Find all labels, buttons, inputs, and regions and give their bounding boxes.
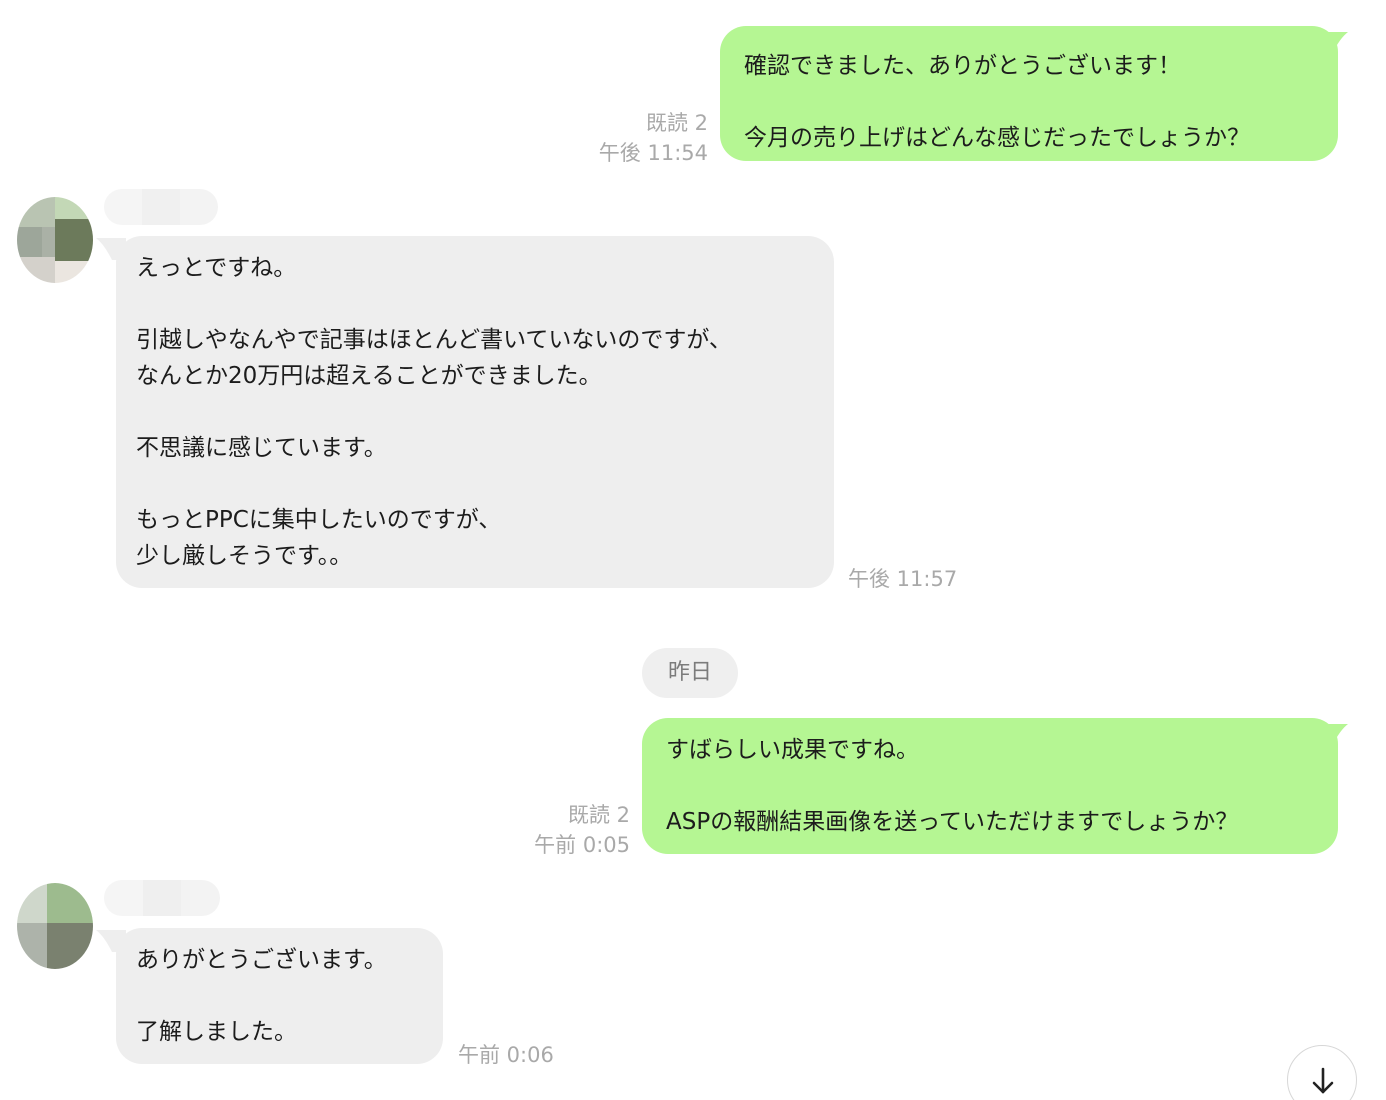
message-meta: 既読 2 午前 0:05 <box>480 800 630 860</box>
avatar[interactable] <box>17 883 93 969</box>
bubble-tail <box>1318 32 1348 54</box>
sender-name-blurred <box>104 880 220 916</box>
read-receipt: 既読 2 <box>645 111 708 135</box>
message-time: 午後 11:54 <box>598 141 708 165</box>
sender-name-blurred <box>104 189 218 225</box>
scroll-to-bottom-button[interactable] <box>1287 1045 1357 1100</box>
message-meta: 既読 2 午後 11:54 <box>560 108 708 168</box>
chat-view[interactable]: 既読 2 午後 11:54 確認できました、ありがとうございます！ 今月の売り上… <box>0 0 1386 1100</box>
bubble-tail <box>1318 724 1348 746</box>
avatar[interactable] <box>17 197 93 283</box>
outgoing-message-bubble[interactable]: すばらしい成果ですね。 ASPの報酬結果画像を送っていただけますでしょうか？ <box>642 718 1338 854</box>
incoming-message-bubble[interactable]: ありがとうございます。 了解しました。 <box>116 928 443 1064</box>
outgoing-message-bubble[interactable]: 確認できました、ありがとうございます！ 今月の売り上げはどんな感じだったでしょう… <box>720 26 1338 161</box>
message-time: 午前 0:06 <box>458 1043 554 1067</box>
read-receipt: 既読 2 <box>567 803 630 827</box>
incoming-message-bubble[interactable]: えっとですね。 引越しやなんやで記事はほとんど書いていないのですが、 なんとか2… <box>116 236 834 588</box>
message-time: 午前 0:05 <box>534 833 630 857</box>
message-time: 午後 11:57 <box>848 567 958 591</box>
arrow-down-icon <box>1312 1067 1334 1094</box>
date-divider: 昨日 <box>642 648 738 698</box>
